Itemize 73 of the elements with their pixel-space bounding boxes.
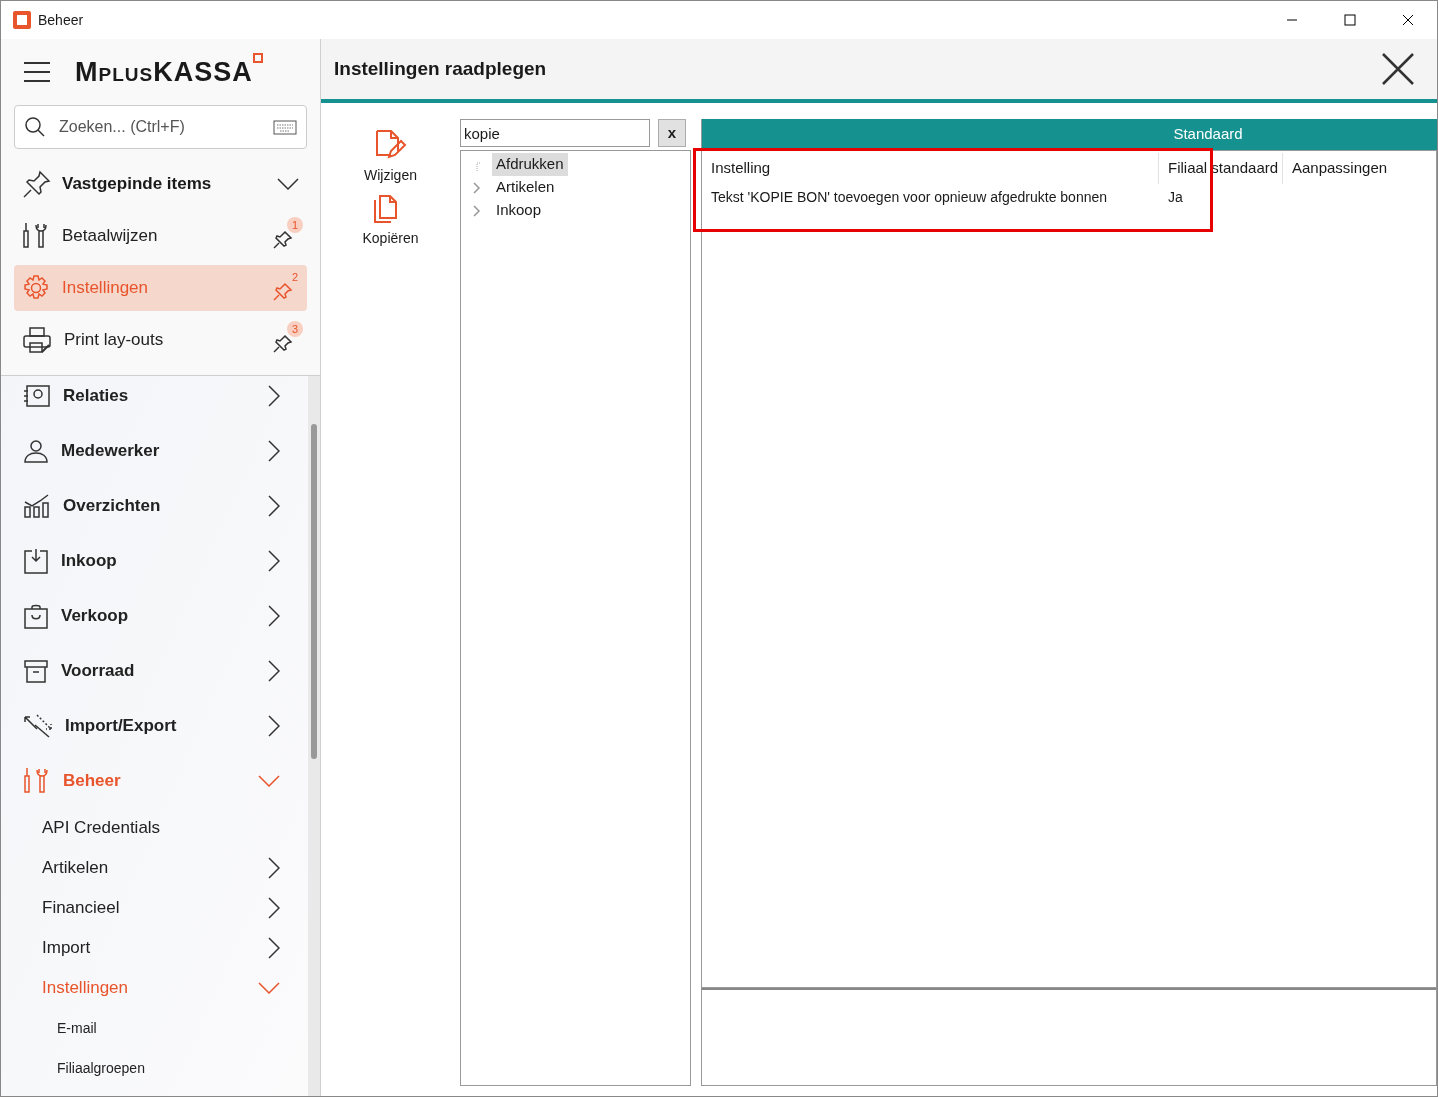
menu-item[interactable]: Medewerker <box>1 423 308 478</box>
tools-icon <box>22 221 50 251</box>
pinned-item[interactable]: Print lay-outs 3 <box>14 317 307 363</box>
chevron-right-icon <box>268 549 280 572</box>
shopping-bag-icon <box>23 602 49 629</box>
page-title: Instellingen raadplegen <box>334 56 547 81</box>
menu-item[interactable]: Verkoop <box>1 588 308 643</box>
pin-icon <box>273 333 293 353</box>
printer-icon <box>22 325 52 355</box>
tools-icon <box>23 765 51 796</box>
chevron-right-icon <box>268 937 280 959</box>
clear-button[interactable]: x <box>658 119 686 147</box>
column-header[interactable]: Aanpassingen <box>1282 153 1422 184</box>
table-cell-text: Ja <box>1167 187 1184 207</box>
window-title: Beheer <box>38 10 84 30</box>
chevron-right-icon <box>268 659 280 682</box>
edit-button[interactable]: Wijzigen <box>364 129 417 186</box>
chevron-right-icon <box>268 494 280 517</box>
menu-item[interactable]: Overzichten <box>1 478 308 533</box>
tree-item[interactable]: Artikelen <box>492 176 559 199</box>
chevron-right-icon <box>268 857 280 879</box>
bar-chart-icon <box>23 492 51 519</box>
menu-item[interactable]: Relaties <box>1 376 308 423</box>
chevron-down-icon <box>258 774 280 787</box>
submenu-item[interactable]: E-mail <box>1 1008 308 1048</box>
column-header[interactable]: Filiaal standaard <box>1158 153 1282 184</box>
gear-icon <box>22 274 50 302</box>
close-button[interactable] <box>1381 52 1415 86</box>
tree-item[interactable]: Afdrukken <box>492 153 568 176</box>
menu-item[interactable]: Inkoop <box>1 533 308 588</box>
badge-number: 3 <box>291 323 299 335</box>
column-group-header: Standaard <box>1172 124 1244 145</box>
pin-icon <box>22 169 52 199</box>
chevron-right-icon <box>268 384 280 407</box>
pin-icon <box>273 281 293 301</box>
copy-button[interactable]: Kopiëren <box>362 192 419 249</box>
submenu-item[interactable]: Import <box>1 928 308 968</box>
box-download-icon <box>23 547 49 574</box>
badge-number: 1 <box>291 219 299 231</box>
pinned-items-header[interactable]: Vastgepinde items <box>1 161 320 207</box>
logo-square-icon <box>252 52 263 63</box>
table-cell-text: Tekst 'KOPIE BON' toevoegen voor opnieuw afgedrukte bonnen <box>710 187 1109 207</box>
submenu-item[interactable]: Artikelen <box>1 848 308 888</box>
keyboard-icon[interactable] <box>273 118 297 136</box>
logo-text: MplusKASSA <box>75 55 253 89</box>
menu-button[interactable] <box>23 60 51 84</box>
submenu-item[interactable]: API Credentials <box>1 808 308 848</box>
scrollbar-thumb[interactable] <box>311 424 317 759</box>
submenu-item[interactable]: Filiaalgroepen <box>1 1048 308 1088</box>
badge-number: 2 <box>291 271 299 283</box>
search-field[interactable]: Zoeken... (Ctrl+F) <box>14 105 307 149</box>
search-icon <box>24 116 46 138</box>
chevron-right-icon <box>268 604 280 627</box>
menu-item[interactable]: Import/Export <box>1 698 308 753</box>
person-icon <box>23 437 49 464</box>
app-icon <box>12 10 32 30</box>
close-icon <box>1402 14 1414 26</box>
chevron-right-icon <box>268 439 280 462</box>
diagonal-arrows-icon <box>23 712 53 739</box>
chevron-right-icon <box>268 897 280 919</box>
menu-item[interactable]: Voorraad <box>1 643 308 698</box>
maximize-icon <box>1344 14 1356 26</box>
submenu-item[interactable]: Financieel <box>1 888 308 928</box>
chevron-down-icon <box>258 982 280 994</box>
filter-field[interactable]: kopie <box>460 119 650 147</box>
chevron-right-icon <box>268 714 280 737</box>
column-header[interactable]: Instelling <box>702 153 1158 184</box>
pinned-item[interactable]: Betaalwijzen 1 <box>14 213 307 259</box>
chevron-down-icon <box>277 178 299 190</box>
pin-icon <box>273 229 293 249</box>
tree-item[interactable]: Inkoop <box>492 199 546 222</box>
archive-box-icon <box>23 657 49 684</box>
contact-card-icon <box>23 382 51 409</box>
